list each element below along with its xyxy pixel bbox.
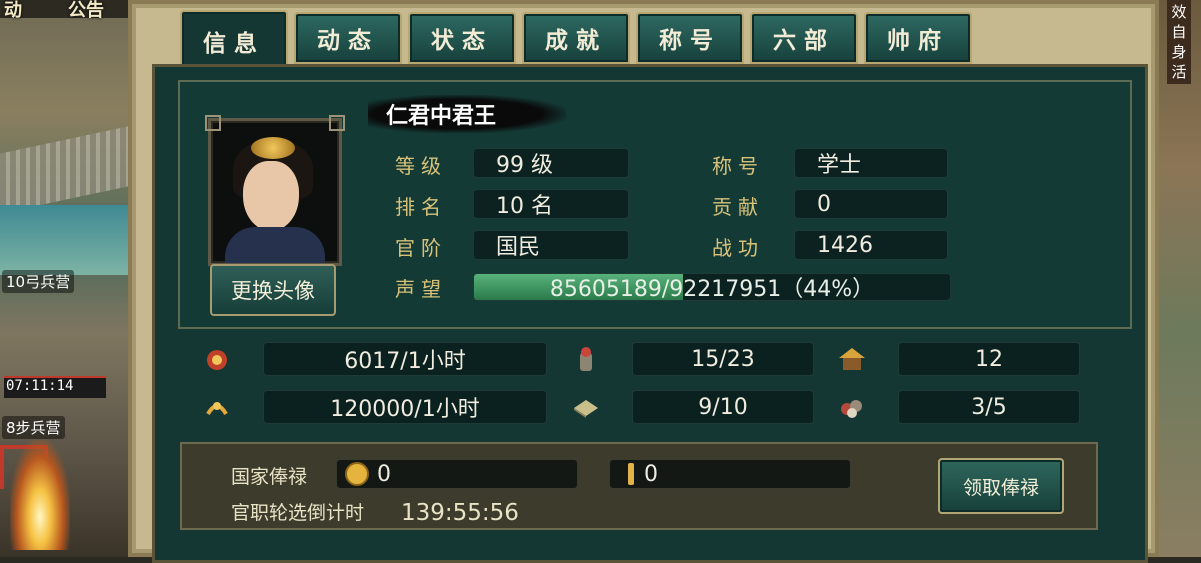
- level-value: 99 级: [473, 148, 629, 178]
- tab-six-ministries[interactable]: 六部: [750, 12, 858, 64]
- contribution-label: 贡献: [712, 195, 764, 219]
- map-top-text-2[interactable]: 公告: [68, 0, 104, 22]
- map-top-text-1[interactable]: 动: [4, 0, 22, 22]
- resource-troops: 15/23: [632, 342, 814, 376]
- build-timer: 07:11:14: [4, 376, 106, 398]
- house-icon: [838, 345, 866, 373]
- title-value: 学士: [794, 148, 948, 178]
- tab-activity[interactable]: 动态: [294, 12, 402, 64]
- salary-grain-field: 0: [609, 459, 851, 489]
- avatar-face: [243, 161, 299, 231]
- salary-coin-field: 0: [336, 459, 578, 489]
- rank-label: 排名: [395, 195, 447, 219]
- resource-books: 9/10: [632, 390, 814, 424]
- merit-label: 战功: [712, 236, 764, 260]
- fame-progress-bar: 85605189/92217951（44%）: [473, 273, 951, 301]
- frame-corner: [329, 115, 345, 131]
- title-label: 称号: [712, 154, 764, 178]
- right-vertical-text[interactable]: 效 自 身 活: [1167, 0, 1191, 84]
- claim-salary-button[interactable]: 领取俸禄: [938, 458, 1064, 514]
- change-avatar-button[interactable]: 更换头像: [210, 264, 336, 316]
- avatar: [205, 115, 345, 266]
- coin-bag-icon: [203, 345, 231, 373]
- avatar-robe: [225, 227, 325, 263]
- fame-label: 声望: [395, 277, 447, 301]
- ore-icon: [838, 393, 866, 421]
- tab-achievements[interactable]: 成就: [522, 12, 630, 64]
- fame-progress-text: 85605189/92217951（44%）: [549, 277, 875, 301]
- rotation-countdown-value: 139:55:56: [401, 500, 519, 526]
- player-name: 仁君中君王: [368, 95, 566, 133]
- tab-titles[interactable]: 称号: [636, 12, 744, 64]
- resource-ore: 3/5: [898, 390, 1080, 424]
- rotation-countdown-label: 官职轮选倒计时: [231, 502, 365, 524]
- soldier-icon: [572, 345, 600, 373]
- fire-effect: [10, 440, 70, 550]
- national-salary-label: 国家俸禄: [231, 466, 308, 488]
- bridge: [0, 126, 128, 214]
- grain-icon: [203, 393, 231, 421]
- salary-grain-value: 0: [644, 461, 658, 487]
- resource-income-2: 120000/1小时: [263, 390, 547, 424]
- merit-value: 1426: [794, 230, 948, 260]
- tab-info[interactable]: 信息: [180, 10, 288, 70]
- game-map-strip-left: 动 公告 10弓兵营 07:11:14 8步兵营: [0, 0, 128, 557]
- resource-buildings: 12: [898, 342, 1080, 376]
- avatar-hair-ornament: [251, 137, 295, 159]
- salary-coin-value: 0: [377, 461, 391, 487]
- coin-icon: [345, 462, 369, 486]
- archer-camp-label[interactable]: 10弓兵营: [2, 270, 75, 293]
- tab-status[interactable]: 状态: [408, 12, 516, 64]
- infantry-camp-label[interactable]: 8步兵营: [2, 416, 65, 439]
- official-rank-value: 国民: [473, 230, 629, 260]
- game-map-strip-right: 效 自 身 活: [1157, 0, 1201, 557]
- grain-stalk-icon: [628, 463, 634, 485]
- rank-value: 10 名: [473, 189, 629, 219]
- river: [0, 205, 128, 275]
- frame-corner: [205, 115, 221, 131]
- resource-income-1: 6017/1小时: [263, 342, 547, 376]
- official-rank-label: 官阶: [395, 236, 447, 260]
- contribution-value: 0: [794, 189, 948, 219]
- level-label: 等级: [395, 154, 447, 178]
- book-icon: [572, 393, 600, 421]
- tab-marshal-office[interactable]: 帅府: [864, 12, 972, 64]
